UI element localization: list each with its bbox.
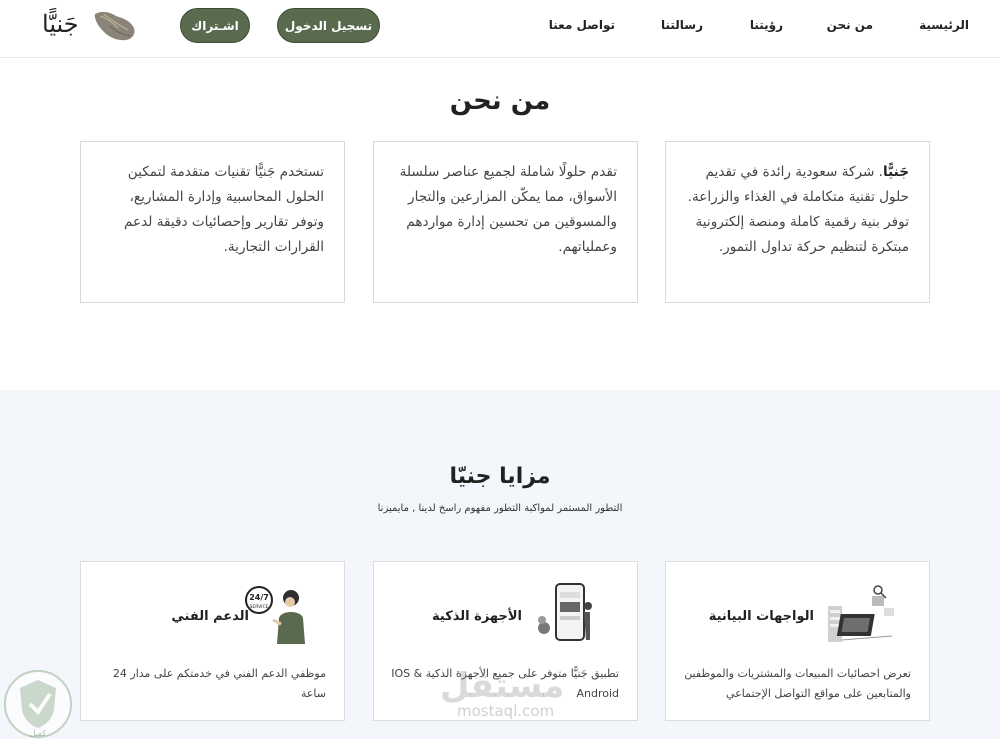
nav-message[interactable]: رسالتنا bbox=[661, 18, 703, 32]
support-agent-illustration-icon: 24/7 SERVICE bbox=[245, 586, 305, 644]
feature-desc: تعرض احصائيات المبيعات والمشتريات والموظ… bbox=[684, 667, 911, 700]
feature-title: الدعم الفني bbox=[171, 609, 249, 624]
support-badge-bottom: SERVICE bbox=[250, 604, 269, 610]
about-card-2: تقدم حلولًا شاملة لجميع عناصر سلسلة الأس… bbox=[373, 141, 638, 303]
login-button[interactable]: تسجيل الدخول bbox=[277, 8, 380, 43]
feature-card-dashboards: الواجهات البيانية تعرض احصائيات المبيعات… bbox=[665, 561, 930, 721]
about-card-1: جَنيًّا. شركة سعودية رائدة في تقديم حلول… bbox=[665, 141, 930, 303]
feature-card-support: 24/7 SERVICE الدعم الفني موظفي الدعم الف… bbox=[80, 561, 345, 721]
watermark-badge-text: كفيل bbox=[30, 729, 47, 738]
feature-title: الأجهزة الذكية bbox=[432, 609, 522, 624]
about-card-3: تستخدم جَنيًّا تقنيات متقدمة لتمكين الحل… bbox=[80, 141, 345, 303]
support-badge-top: 24/7 bbox=[249, 593, 269, 602]
dashboard-illustration-icon bbox=[828, 585, 894, 642]
features-title: مزايا جنيّا bbox=[449, 464, 551, 489]
about-card-text: تقدم حلولًا شاملة لجميع عناصر سلسلة الأس… bbox=[399, 164, 617, 255]
features-subtitle: التطور المستمر لمواكبة التطور مفهوم راسخ… bbox=[377, 503, 623, 514]
feature-title: الواجهات البيانية bbox=[708, 609, 814, 624]
feature-desc: موظفي الدعم الفني في خدمتكم على مدار 24 … bbox=[112, 667, 326, 700]
nav-home[interactable]: الرئيسية bbox=[919, 18, 969, 32]
smartphone-illustration-icon bbox=[538, 583, 592, 641]
watermark-url: mostaql.com bbox=[457, 702, 555, 720]
brand-logo-text[interactable]: جَنيًّا bbox=[42, 10, 79, 38]
about-title: من نحن bbox=[449, 86, 551, 116]
about-card-text: تستخدم جَنيًّا تقنيات متقدمة لتمكين الحل… bbox=[123, 164, 324, 255]
subscribe-button[interactable]: اشـتراك bbox=[180, 8, 250, 43]
about-card-brand: جَنيًّا bbox=[883, 164, 909, 180]
nav-about[interactable]: من نحن bbox=[827, 18, 873, 32]
nav-vision[interactable]: رؤيتنا bbox=[750, 18, 783, 32]
watermark-text: مستقل bbox=[440, 666, 565, 706]
date-logo-icon bbox=[94, 11, 135, 41]
about-card-text: . شركة سعودية رائدة في تقديم حلول تقنية … bbox=[687, 164, 909, 255]
top-header: الرئيسية من نحن رؤيتنا رسالتنا تواصل معن… bbox=[0, 0, 1000, 58]
nav-contact[interactable]: تواصل معنا bbox=[549, 18, 615, 32]
shield-watermark-icon: كفيل bbox=[4, 670, 72, 738]
